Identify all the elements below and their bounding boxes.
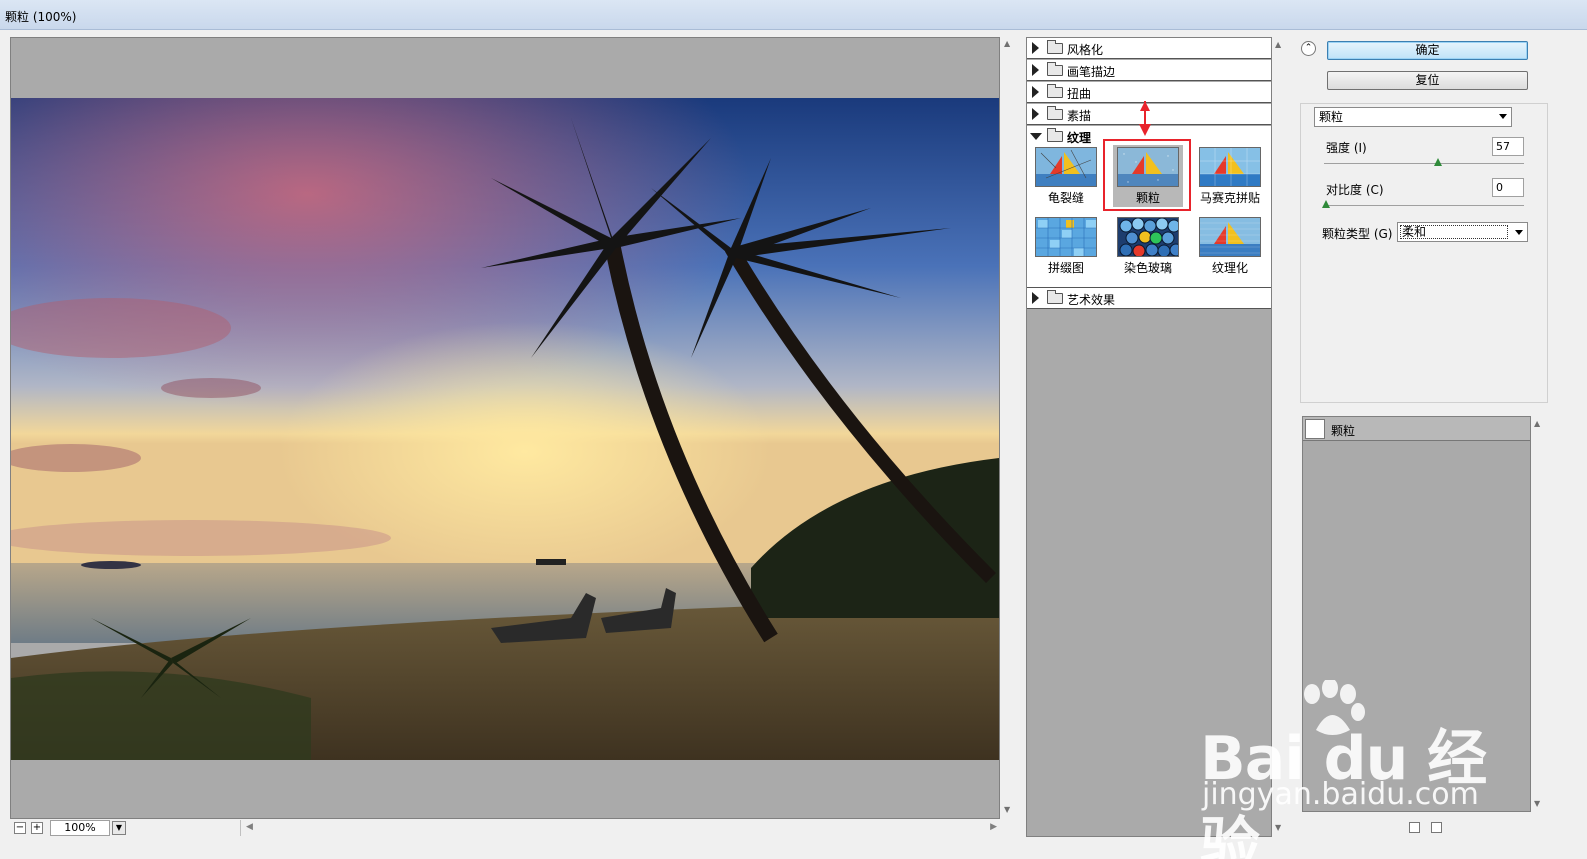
thumbnail-image xyxy=(1199,147,1261,187)
folder-icon xyxy=(1047,84,1063,98)
chevron-down-icon xyxy=(1515,230,1523,235)
reset-button[interactable]: 复位 xyxy=(1327,71,1528,90)
collapse-gallery-icon[interactable]: ⌃ xyxy=(1301,41,1316,56)
category-label: 风格化 xyxy=(1067,43,1104,57)
collapse-triangle-icon[interactable] xyxy=(1030,133,1042,140)
contrast-input[interactable]: 0 xyxy=(1492,178,1524,197)
filter-label: 染色玻璃 xyxy=(1123,261,1172,275)
contrast-slider[interactable] xyxy=(1322,200,1524,208)
filter-thumb-patchwork[interactable]: 拼缀图 xyxy=(1031,215,1101,277)
baidu-watermark: Bai du 经验 jingyan.baidu.com xyxy=(1200,680,1500,859)
expand-triangle-icon[interactable] xyxy=(1032,108,1039,120)
grain-type-label: 颗粒类型 (G) : xyxy=(1322,227,1401,241)
thumbnail-image xyxy=(1199,217,1261,257)
window-titlebar: 颗粒 (100%) xyxy=(0,0,1587,30)
scroll-up-arrow-icon[interactable]: ▲ xyxy=(1534,419,1540,428)
scroll-up-arrow-icon[interactable]: ▲ xyxy=(1004,39,1010,48)
contrast-label: 对比度 (C) xyxy=(1326,183,1384,197)
folder-icon xyxy=(1047,40,1063,54)
highlight-box xyxy=(1103,139,1191,211)
category-stylize[interactable]: 风格化 xyxy=(1027,38,1271,59)
effect-layer-label: 颗粒 xyxy=(1331,424,1356,438)
expand-triangle-icon[interactable] xyxy=(1032,42,1039,54)
filter-label: 纹理化 xyxy=(1211,261,1248,275)
filter-type-select[interactable]: 颗粒 xyxy=(1314,107,1512,127)
chevron-down-icon xyxy=(1499,114,1507,119)
zoom-out-button[interactable]: − xyxy=(14,822,26,834)
filter-label: 龟裂缝 xyxy=(1047,191,1084,205)
intensity-input[interactable]: 57 xyxy=(1492,137,1524,156)
filter-label: 拼缀图 xyxy=(1047,261,1084,275)
effect-layer-row[interactable]: 颗粒 xyxy=(1303,417,1530,441)
preview-image xyxy=(11,98,999,760)
category-artistic[interactable]: 艺术效果 xyxy=(1027,288,1271,309)
annotation-arrow-icon xyxy=(1139,124,1151,136)
intensity-label: 强度 (I) xyxy=(1326,141,1367,155)
folder-icon xyxy=(1047,106,1063,120)
category-label: 画笔描边 xyxy=(1067,65,1116,79)
folder-icon xyxy=(1047,290,1063,304)
thumbnail-image xyxy=(1035,147,1097,187)
scroll-right-arrow-icon[interactable]: ▶ xyxy=(990,822,997,832)
slider-knob-icon[interactable] xyxy=(1322,200,1330,208)
zoom-bar: − + 100% ▼ ◀ ▶ xyxy=(10,819,1000,837)
category-label: 扭曲 xyxy=(1067,87,1092,101)
filter-thumb-craquelure[interactable]: 龟裂缝 xyxy=(1031,145,1101,207)
expand-triangle-icon[interactable] xyxy=(1032,86,1039,98)
zoom-dropdown-icon[interactable]: ▼ xyxy=(112,821,126,835)
folder-icon xyxy=(1047,62,1063,76)
ok-button[interactable]: 确定 xyxy=(1327,41,1528,60)
expand-triangle-icon[interactable] xyxy=(1032,292,1039,304)
layers-scrollbar[interactable]: ▲ ▼ xyxy=(1531,416,1546,812)
filter-thumb-stained-glass[interactable]: 染色玻璃 xyxy=(1113,215,1183,277)
category-label: 纹理 xyxy=(1067,131,1092,145)
folder-open-icon xyxy=(1047,128,1063,142)
grain-type-value: 柔和 xyxy=(1400,225,1508,239)
preview-horizontal-scrollbar[interactable]: ◀ ▶ xyxy=(240,820,1000,836)
thumbnail-image xyxy=(1035,217,1097,257)
preview-vertical-scrollbar[interactable]: ▲ ▼ xyxy=(1001,37,1016,819)
filter-thumb-texturizer[interactable]: 纹理化 xyxy=(1195,215,1265,277)
scroll-down-arrow-icon[interactable]: ▼ xyxy=(1534,799,1540,808)
scroll-left-arrow-icon[interactable]: ◀ xyxy=(246,822,253,832)
category-label: 素描 xyxy=(1067,109,1092,123)
category-label: 艺术效果 xyxy=(1067,293,1116,307)
window-title: 颗粒 (100%) xyxy=(5,10,77,24)
expand-triangle-icon[interactable] xyxy=(1032,64,1039,76)
zoom-level-field[interactable]: 100% xyxy=(50,820,110,836)
scroll-up-arrow-icon[interactable]: ▲ xyxy=(1275,40,1281,49)
filter-label: 马赛克拼贴 xyxy=(1199,191,1260,205)
watermark-url: jingyan.baidu.com xyxy=(1202,777,1479,812)
category-brush-strokes[interactable]: 画笔描边 xyxy=(1027,60,1271,81)
category-distort[interactable]: 扭曲 xyxy=(1027,82,1271,103)
scroll-down-arrow-icon[interactable]: ▼ xyxy=(1004,805,1010,814)
visibility-toggle-icon[interactable] xyxy=(1305,419,1325,439)
preview-canvas[interactable] xyxy=(10,37,1000,819)
thumbnail-image xyxy=(1117,217,1179,257)
slider-knob-icon[interactable] xyxy=(1434,158,1442,166)
grain-type-select[interactable]: 柔和 xyxy=(1397,222,1528,242)
intensity-slider[interactable] xyxy=(1324,158,1524,166)
filter-thumb-mosaic-tiles[interactable]: 马赛克拼贴 xyxy=(1195,145,1265,207)
zoom-in-button[interactable]: + xyxy=(31,822,43,834)
filter-select-value: 颗粒 xyxy=(1319,110,1344,124)
